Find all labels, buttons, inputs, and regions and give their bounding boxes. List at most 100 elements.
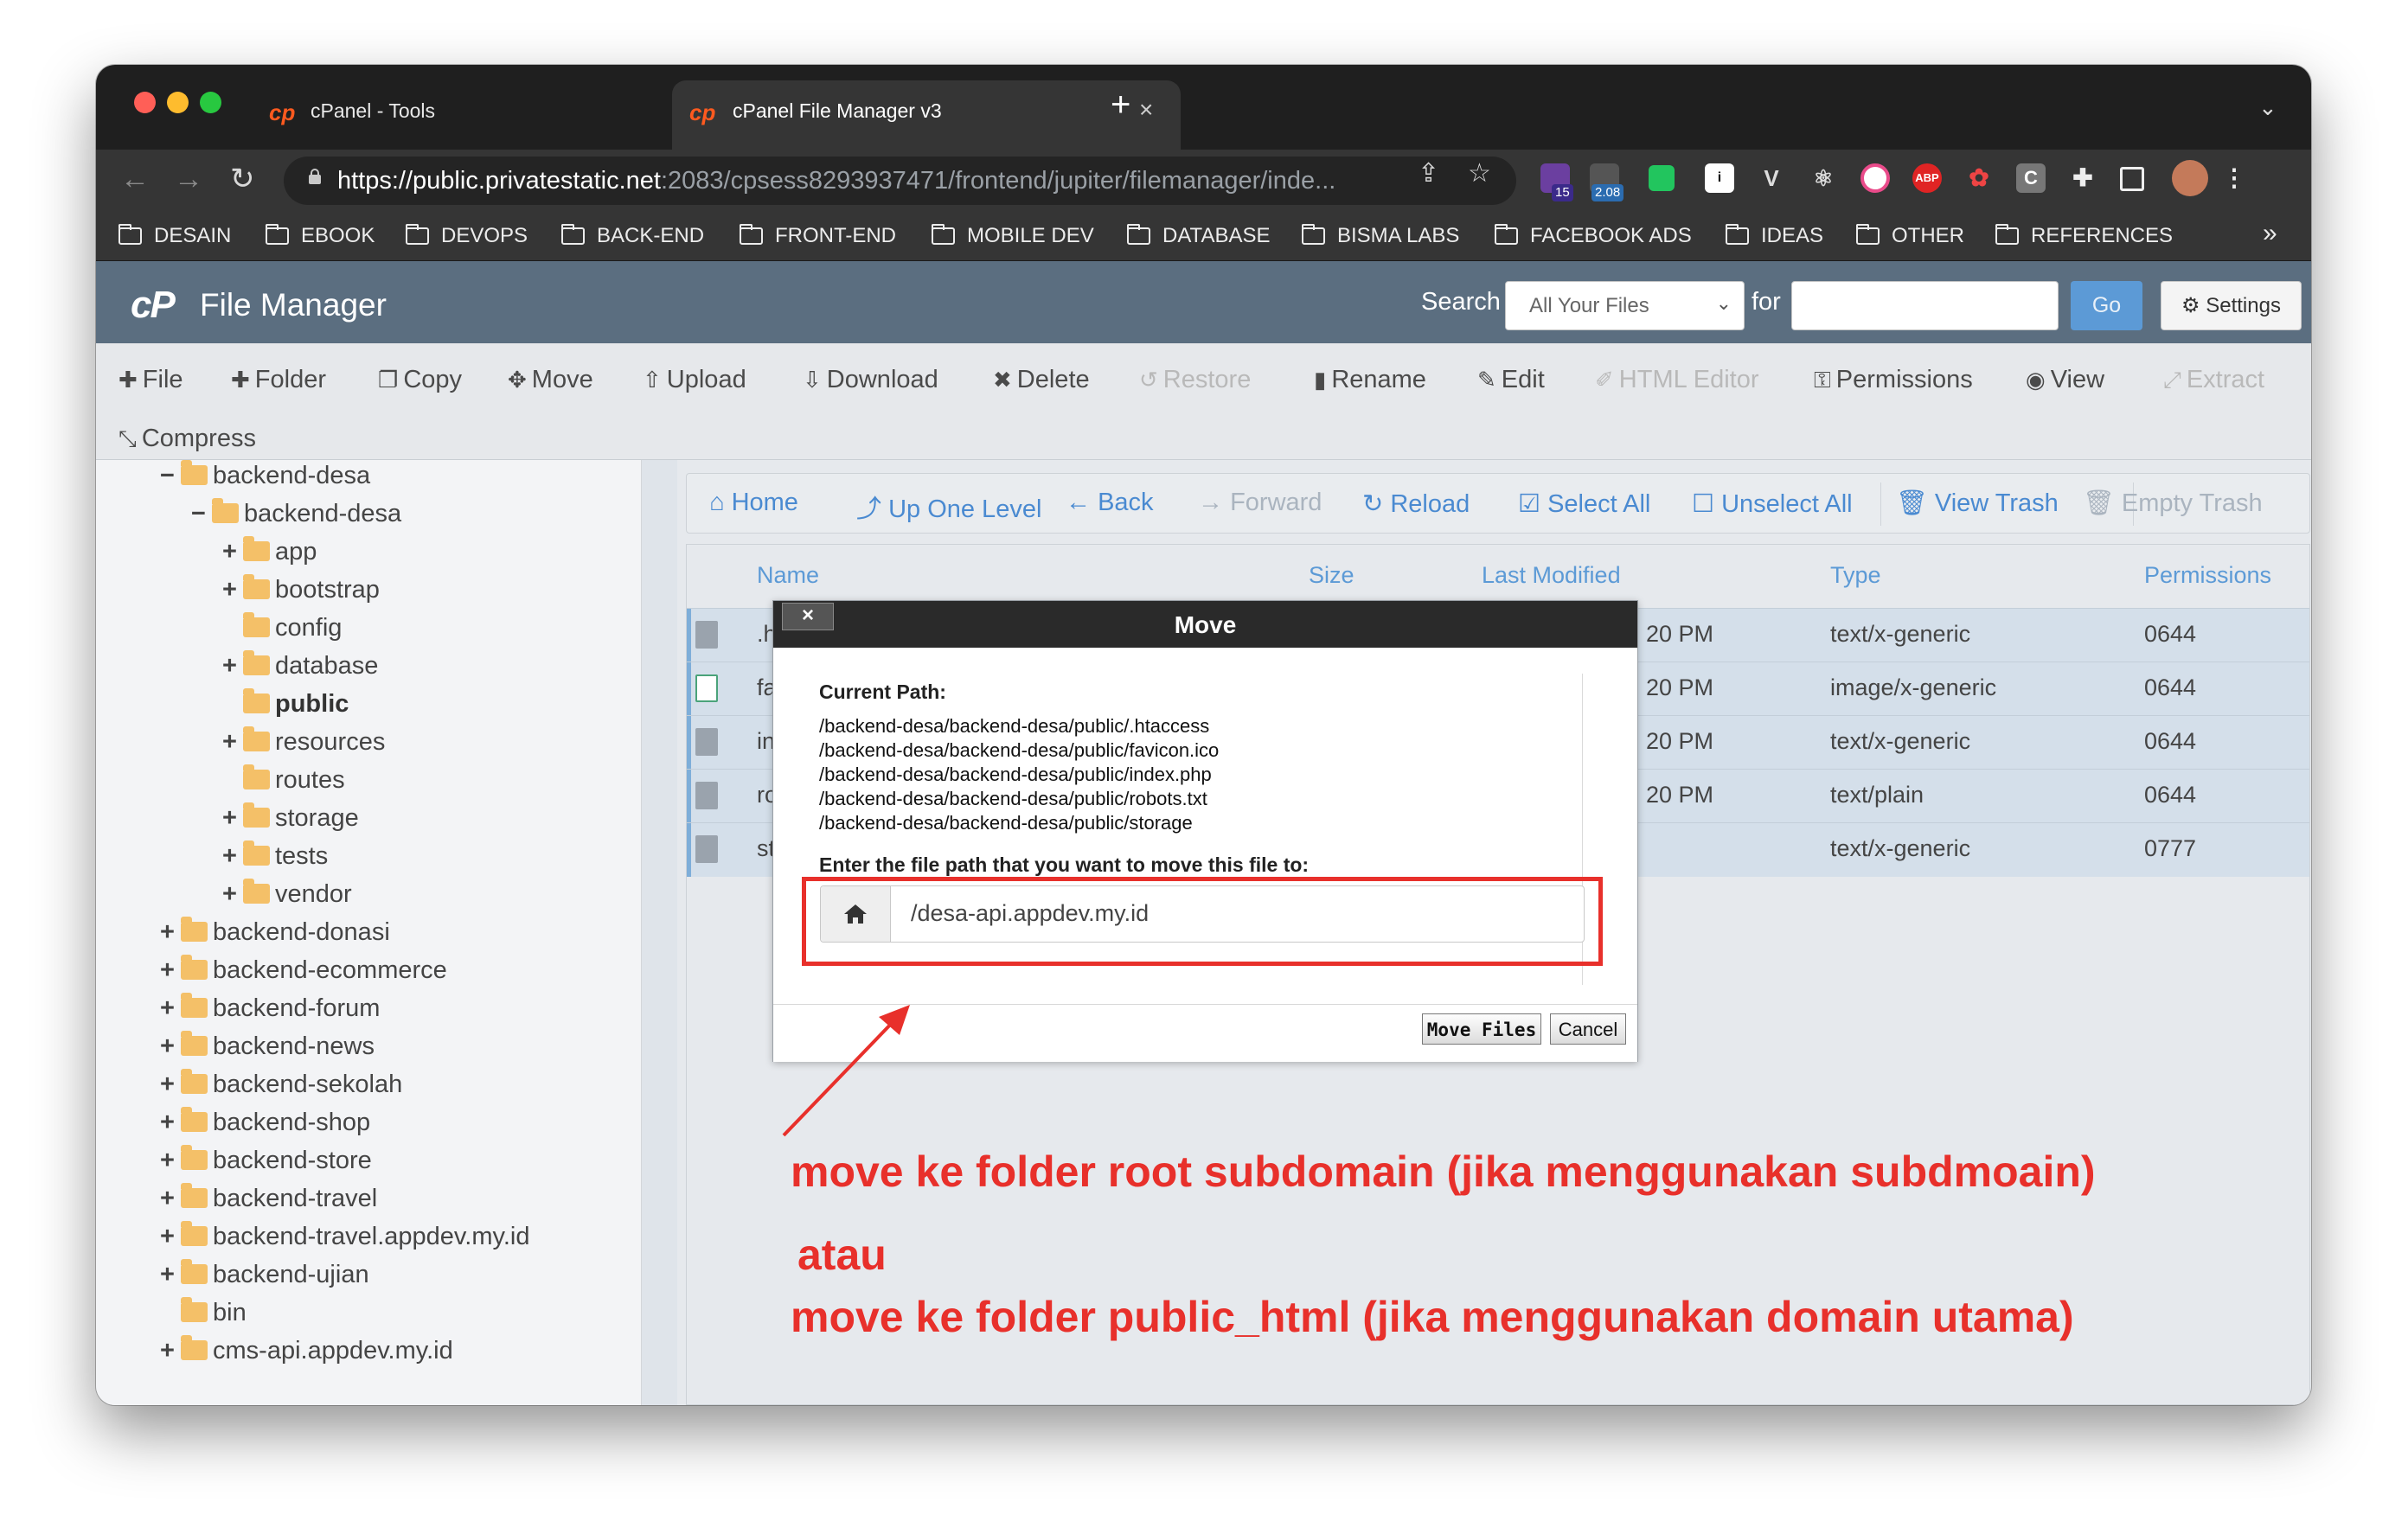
- rename-button[interactable]: ▮ Rename: [1314, 366, 1426, 394]
- tree-node[interactable]: + resources: [222, 726, 385, 757]
- folder-icon: [266, 224, 289, 245]
- bookmark-bisma-labs[interactable]: BISMA LABS: [1302, 224, 1459, 248]
- column-header-size[interactable]: Size: [1309, 562, 1354, 589]
- tree-node[interactable]: + backend-ecommerce: [160, 955, 447, 985]
- minimize-window-button[interactable]: [167, 92, 189, 113]
- bookmark-front-end[interactable]: FRONT-END: [740, 224, 896, 248]
- tree-node[interactable]: + storage: [222, 802, 359, 833]
- copy-button[interactable]: ❐ Copy: [378, 366, 462, 394]
- bookmark-references[interactable]: REFERENCES: [1995, 224, 2173, 248]
- tree-node[interactable]: + backend-ujian: [160, 1259, 369, 1289]
- tree-node[interactable]: + vendor: [222, 879, 352, 909]
- tab-file-manager[interactable]: cp cPanel File Manager v3 ×: [672, 80, 1181, 150]
- address-bar[interactable]: https://public.privatestatic.net:2083/cp…: [284, 157, 1516, 205]
- tree-node[interactable]: + backend-travel: [160, 1183, 377, 1213]
- tree-node[interactable]: − backend-desa: [191, 498, 401, 528]
- search-scope-select[interactable]: All Your Files ⌄: [1505, 281, 1745, 330]
- extension-icon[interactable]: [1860, 163, 1890, 193]
- edit-button[interactable]: ✎ Edit: [1477, 366, 1545, 394]
- bookmark-devops[interactable]: DEVOPS: [406, 224, 528, 248]
- maximize-window-button[interactable]: [200, 92, 221, 113]
- forward-arrow-icon[interactable]: →: [174, 162, 203, 196]
- tree-node[interactable]: + database: [222, 650, 378, 681]
- settings-button[interactable]: ⚙ Settings: [2161, 281, 2302, 330]
- bookmark-mobile-dev[interactable]: MOBILE DEV: [932, 224, 1094, 248]
- extension-icon[interactable]: C: [2016, 163, 2046, 193]
- new-tab-icon[interactable]: +: [1111, 87, 1130, 122]
- folder-icon: [243, 802, 270, 828]
- download-button[interactable]: ⇩ Download: [803, 366, 938, 394]
- tree-node[interactable]: + backend-travel.appdev.my.id: [160, 1221, 529, 1251]
- tab-close-icon[interactable]: ×: [1139, 96, 1153, 124]
- restore-button[interactable]: ↺ Restore: [1139, 366, 1251, 394]
- sidebar-toggle-icon[interactable]: [2120, 167, 2144, 191]
- bookmarks-overflow-icon[interactable]: »: [2263, 219, 2277, 248]
- new-folder-button[interactable]: ✚ Folder: [231, 366, 326, 394]
- select-all-button[interactable]: ☑ Select All: [1518, 489, 1650, 519]
- extract-button[interactable]: ⤢ Extract: [2163, 366, 2264, 394]
- tree-node[interactable]: − backend-desa: [160, 460, 370, 490]
- move-files-button[interactable]: Move Files: [1422, 1013, 1541, 1045]
- extensions-puzzle-icon[interactable]: ✚: [2068, 163, 2097, 193]
- tree-node[interactable]: + tests: [222, 841, 328, 871]
- back-button[interactable]: ← Back: [1066, 489, 1154, 517]
- move-button[interactable]: ✥ Move: [508, 366, 593, 394]
- avatar[interactable]: [2172, 160, 2208, 196]
- adblock-icon[interactable]: ABP: [1912, 163, 1942, 193]
- bookmark-star-icon[interactable]: ☆: [1468, 158, 1491, 189]
- tree-node[interactable]: + app: [222, 536, 317, 566]
- tree-node[interactable]: + bootstrap: [222, 574, 380, 604]
- file-manager-header: cP File Manager Search All Your Files ⌄ …: [96, 261, 2311, 343]
- search-input[interactable]: [1791, 281, 2059, 330]
- up-one-level-button[interactable]: ⤴ Up One Level: [856, 489, 1041, 525]
- tree-node[interactable]: routes: [222, 764, 345, 795]
- permissions-button[interactable]: ⚿ Permissions: [1814, 366, 1973, 394]
- tree-node[interactable]: + backend-news: [160, 1031, 375, 1061]
- extension-icon[interactable]: V: [1757, 163, 1786, 193]
- reload-icon[interactable]: ↻: [230, 162, 255, 196]
- delete-button[interactable]: ✖ Delete: [993, 366, 1090, 394]
- column-header-modified[interactable]: Last Modified: [1482, 562, 1621, 589]
- tree-node[interactable]: + backend-forum: [160, 993, 380, 1023]
- column-header-permissions[interactable]: Permissions: [2144, 562, 2271, 589]
- reload-button[interactable]: ↻ Reload: [1362, 489, 1470, 519]
- home-button[interactable]: ⌂ Home: [709, 489, 798, 517]
- bookmark-desain[interactable]: DESAIN: [118, 224, 231, 248]
- column-header-name[interactable]: Name: [757, 562, 819, 589]
- compress-button[interactable]: ⤡ Compress: [118, 425, 256, 453]
- tree-node-current[interactable]: public: [222, 688, 349, 719]
- extension-icon[interactable]: i: [1705, 163, 1734, 193]
- column-header-type[interactable]: Type: [1830, 562, 1881, 589]
- html-editor-button[interactable]: ✐ HTML Editor: [1595, 366, 1758, 394]
- tree-node[interactable]: + backend-shop: [160, 1107, 370, 1137]
- bookmark-facebook-ads[interactable]: FACEBOOK ADS: [1495, 224, 1692, 248]
- forward-button[interactable]: → Forward: [1198, 489, 1322, 517]
- close-window-button[interactable]: [134, 92, 156, 113]
- tree-node[interactable]: + backend-store: [160, 1145, 372, 1175]
- empty-trash-button[interactable]: 🗑 Empty Trash: [2083, 489, 2263, 518]
- bookmark-database[interactable]: DATABASE: [1127, 224, 1270, 248]
- tree-node[interactable]: + backend-sekolah: [160, 1069, 402, 1099]
- tree-node[interactable]: + cms-api.appdev.my.id: [160, 1335, 453, 1365]
- bookmark-ebook[interactable]: EBOOK: [266, 224, 375, 248]
- go-button[interactable]: Go: [2071, 281, 2142, 330]
- tree-node[interactable]: bin: [160, 1297, 247, 1327]
- tree-node[interactable]: config: [222, 612, 342, 642]
- upload-button[interactable]: ⇧ Upload: [643, 366, 746, 394]
- view-trash-button[interactable]: 🗑 View Trash: [1896, 489, 2059, 518]
- view-button[interactable]: ◉ View: [2026, 366, 2104, 394]
- tree-node[interactable]: + backend-donasi: [160, 917, 390, 947]
- extension-icon[interactable]: ✿: [1964, 163, 1994, 193]
- extension-icon[interactable]: [1649, 165, 1675, 191]
- unselect-all-button[interactable]: ☐ Unselect All: [1692, 489, 1853, 519]
- cancel-button[interactable]: Cancel: [1550, 1013, 1626, 1045]
- bookmark-ideas[interactable]: IDEAS: [1726, 224, 1823, 248]
- react-devtools-icon[interactable]: ⚛: [1809, 163, 1838, 193]
- kebab-menu-icon[interactable]: ⋮: [2219, 163, 2249, 193]
- bookmark-back-end[interactable]: BACK-END: [561, 224, 704, 248]
- tab-search-chevron-icon[interactable]: ⌄: [2258, 94, 2277, 121]
- back-arrow-icon[interactable]: ←: [120, 162, 150, 196]
- new-file-button[interactable]: ✚ File: [118, 366, 183, 394]
- share-icon[interactable]: ⇪: [1418, 158, 1439, 189]
- bookmark-other[interactable]: OTHER: [1856, 224, 1964, 248]
